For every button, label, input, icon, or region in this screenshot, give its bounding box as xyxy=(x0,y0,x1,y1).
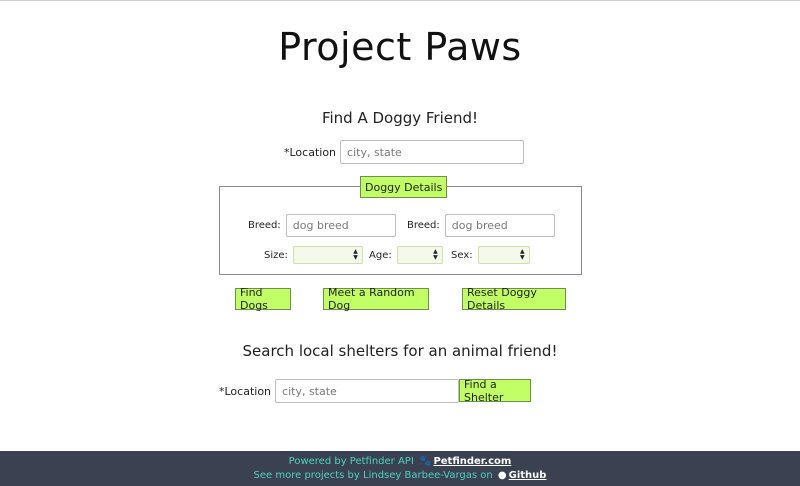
select-arrows-icon: ▲ ▼ xyxy=(433,248,438,261)
footer-line-1: Powered by Petfinder API 🐾 Petfinder.com xyxy=(0,455,800,469)
dog-location-label: *Location xyxy=(284,145,337,159)
age-select[interactable]: ▲ ▼ xyxy=(396,246,443,264)
sex-label: Sex: xyxy=(451,249,473,261)
more-projects-text: See more projects by Lindsey Barbee-Varg… xyxy=(253,470,493,481)
shelter-location-input[interactable] xyxy=(275,379,460,403)
size-select[interactable]: ▲ ▼ xyxy=(292,246,363,264)
select-arrows-icon: ▲ ▼ xyxy=(520,248,525,261)
size-row: Size: ▲ ▼ xyxy=(264,246,363,264)
shelter-search-heading: Search local shelters for an animal frie… xyxy=(242,342,558,360)
breed1-label: Breed: xyxy=(248,220,281,231)
github-link[interactable]: Github xyxy=(509,470,547,481)
dog-search-subtitle: Find A Doggy Friend! xyxy=(321,109,479,127)
random-dog-button[interactable]: Meet a Random Dog xyxy=(323,286,429,312)
dog-location-row: *Location xyxy=(284,140,525,164)
doggy-details-legend[interactable]: Doggy Details xyxy=(360,176,448,198)
age-row: Age: ▲ ▼ xyxy=(369,246,443,264)
breed2-input[interactable] xyxy=(444,214,555,237)
find-shelter-button[interactable]: Find a Shelter xyxy=(459,378,531,404)
shelter-location-label: *Location xyxy=(219,384,272,398)
breed2-row: Breed: xyxy=(407,214,555,237)
dog-location-input[interactable] xyxy=(340,140,525,164)
petfinder-link[interactable]: Petfinder.com xyxy=(433,456,511,467)
paw-icon: 🐾 xyxy=(418,456,432,467)
find-dogs-button[interactable]: Find Dogs xyxy=(235,286,291,312)
footer-line-2: See more projects by Lindsey Barbee-Varg… xyxy=(0,469,800,483)
select-arrows-icon: ▲ ▼ xyxy=(353,248,358,261)
age-label: Age: xyxy=(369,249,392,261)
sex-select[interactable]: ▲ ▼ xyxy=(477,246,530,264)
powered-by-text: Powered by Petfinder API xyxy=(288,456,414,467)
size-label: Size: xyxy=(264,249,288,261)
breed1-row: Breed: xyxy=(248,214,396,237)
sex-row: Sex: ▲ ▼ xyxy=(451,246,530,264)
page-title: Project Paws xyxy=(278,25,522,69)
github-icon: ● xyxy=(497,470,507,481)
reset-details-button[interactable]: Reset Doggy Details xyxy=(462,286,566,312)
shelter-location-row: *Location xyxy=(219,379,460,403)
breed2-label: Breed: xyxy=(407,220,440,231)
page-footer: Powered by Petfinder API 🐾 Petfinder.com … xyxy=(0,451,800,486)
breed1-input[interactable] xyxy=(285,214,396,237)
